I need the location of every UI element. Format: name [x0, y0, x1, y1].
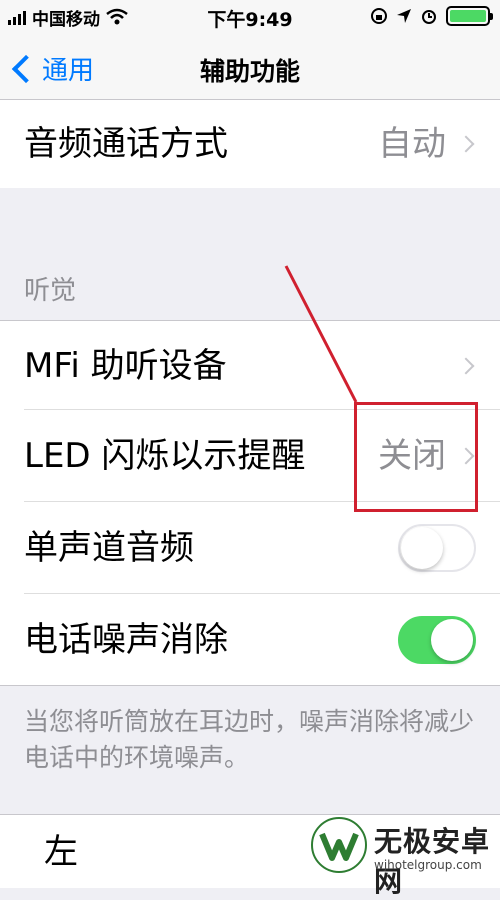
- battery-icon: [446, 6, 493, 26]
- status-bar: 中国移动 下午9:49: [0, 0, 500, 34]
- toggle-knob: [401, 527, 443, 569]
- audio-call-label: 音频通话方式: [24, 124, 228, 164]
- lock-rotation-icon: [371, 8, 387, 24]
- noise-cancel-label: 电话噪声消除: [24, 619, 228, 660]
- mono-audio-toggle[interactable]: [398, 524, 476, 572]
- led-label: LED 闪烁以示提醒: [24, 436, 306, 476]
- chevron-right-icon: [457, 135, 475, 153]
- balance-left-label: 左: [44, 831, 78, 872]
- noise-cancel-description: 当您将听筒放在耳边时，噪声消除将减少电话中的环境噪声。: [24, 707, 475, 772]
- noise-cancel-toggle[interactable]: [398, 615, 476, 664]
- section-header-hearing: 听觉: [24, 276, 77, 306]
- audio-call-value: 自动: [378, 124, 446, 164]
- battery-fill: [450, 10, 486, 22]
- navigation-bar: 通用 辅助功能: [0, 34, 500, 100]
- mono-audio-row: 单声道音频: [0, 502, 500, 594]
- noise-cancel-row: 电话噪声消除: [0, 594, 500, 686]
- page-title: 辅助功能: [199, 57, 300, 86]
- alarm-icon: [422, 10, 436, 24]
- chevron-right-icon: [457, 447, 475, 465]
- status-right: [370, 6, 493, 26]
- mfi-row[interactable]: MFi 助听设备: [0, 320, 500, 410]
- mono-audio-label: 单声道音频: [24, 528, 194, 568]
- audio-call-row[interactable]: 音频通话方式 自动: [0, 100, 500, 188]
- mfi-label: MFi 助听设备: [24, 345, 227, 386]
- balance-row[interactable]: 左: [0, 814, 500, 888]
- led-value: 关闭: [378, 436, 446, 476]
- location-icon: [397, 9, 411, 23]
- chevron-right-icon: [457, 357, 475, 374]
- toggle-knob: [431, 618, 473, 661]
- led-row[interactable]: LED 闪烁以示提醒 关闭: [0, 410, 500, 502]
